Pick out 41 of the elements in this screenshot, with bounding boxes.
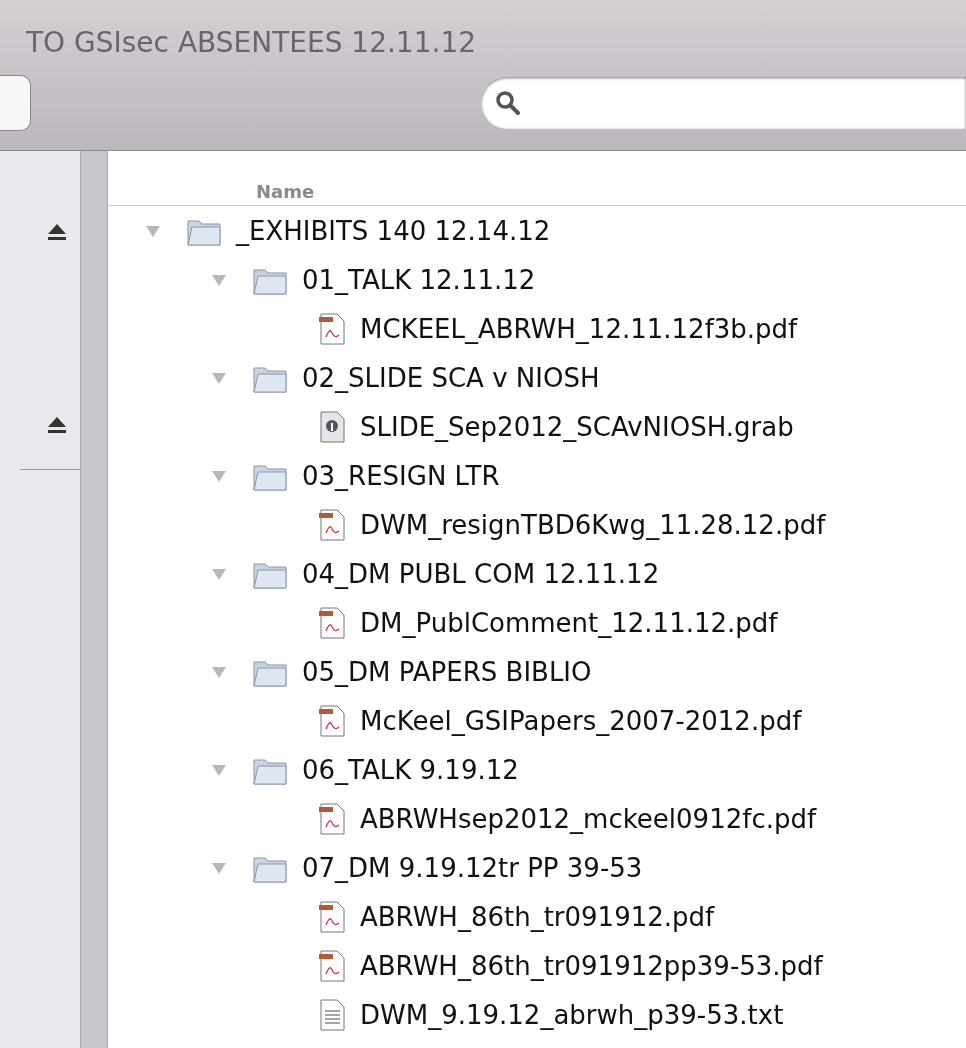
image-file-icon — [318, 410, 346, 443]
disclosure-triangle-icon[interactable] — [211, 762, 227, 777]
pdf-file-icon — [318, 949, 346, 982]
file-name[interactable]: MCKEEL_ABRWH_12.11.12f3b.pdf — [360, 313, 798, 344]
file-name[interactable]: 01_TALK 12.11.12 — [302, 264, 536, 295]
disclosure-triangle-icon[interactable] — [211, 566, 227, 581]
file-name[interactable]: _EXHIBITS 140 12.14.12 — [236, 215, 551, 246]
file-name[interactable]: 04_DM PUBL COM 12.11.12 — [302, 558, 660, 589]
toolbar-button[interactable] — [0, 75, 31, 131]
file-name[interactable]: 02_SLIDE SCA v NIOSH — [302, 362, 600, 393]
file-name[interactable]: 05_DM PAPERS BIBLIO — [302, 656, 592, 687]
file-name[interactable]: 07_DM 9.19.12tr PP 39-53 — [302, 852, 643, 883]
pdf-file-icon — [318, 900, 346, 933]
pdf-file-icon — [318, 704, 346, 737]
file-name[interactable]: DWM_resignTBD6Kwg_11.28.12.pdf — [360, 509, 826, 540]
pdf-file-icon — [318, 508, 346, 541]
file-name[interactable]: ABRWHsep2012_mckeel0912fc.pdf — [360, 803, 817, 834]
disclosure-triangle-icon[interactable] — [211, 468, 227, 483]
splitter-bar[interactable] — [80, 151, 108, 1048]
file-name[interactable]: DWM_9.19.12_abrwh_p39-53.txt — [360, 999, 784, 1030]
disclosure-triangle-icon[interactable] — [211, 272, 227, 287]
eject-icon[interactable] — [47, 223, 67, 241]
pdf-file-icon — [318, 606, 346, 639]
file-name[interactable]: ABRWH_86th_tr091912.pdf — [360, 901, 715, 932]
file-name[interactable]: 06_TALK 9.19.12 — [302, 754, 519, 785]
file-name[interactable]: ABRWH_86th_tr091912pp39-53.pdf — [360, 950, 823, 981]
pdf-file-icon — [318, 802, 346, 835]
search-field[interactable] — [481, 77, 966, 129]
disclosure-triangle-icon[interactable] — [211, 860, 227, 875]
disclosure-triangle-icon[interactable] — [145, 223, 161, 238]
disclosure-triangle-icon[interactable] — [211, 664, 227, 679]
text-file-icon — [318, 998, 346, 1031]
eject-icon[interactable] — [47, 416, 67, 434]
pdf-file-icon — [318, 312, 346, 345]
search-icon — [495, 90, 521, 116]
file-name[interactable]: McKeel_GSIPapers_2007-2012.pdf — [360, 705, 802, 736]
file-name[interactable]: 03_RESIGN LTR — [302, 460, 500, 491]
disclosure-triangle-icon[interactable] — [211, 370, 227, 385]
window-title: TO GSIsec ABSENTEES 12.11.12 — [25, 25, 477, 59]
file-name[interactable]: SLIDE_Sep2012_SCAvNIOSH.grab — [360, 411, 794, 442]
file-name[interactable]: DM_PublComment_12.11.12.pdf — [360, 607, 778, 638]
